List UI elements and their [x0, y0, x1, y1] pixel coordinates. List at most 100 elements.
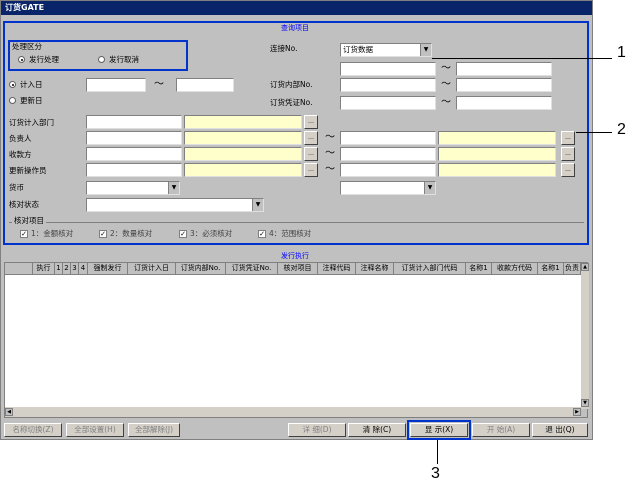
- currency-from-select[interactable]: ▼: [86, 181, 180, 195]
- range-from-top[interactable]: [340, 62, 436, 76]
- person-to-lookup-button[interactable]: …: [561, 131, 575, 145]
- operator-to-name: [438, 163, 556, 177]
- check-quantity-checkbox[interactable]: ✓: [99, 230, 107, 238]
- callout-line-1: [432, 58, 612, 59]
- check-quantity-label: 2：数量核对: [110, 229, 153, 238]
- grid-col-note-name[interactable]: 注释名称: [356, 263, 394, 275]
- grid-col-3[interactable]: 3: [71, 263, 79, 275]
- tilde: ～: [154, 79, 164, 90]
- window-title: 订货GATE: [1, 1, 592, 15]
- order-no-to[interactable]: [456, 78, 552, 92]
- grid-col-note-code[interactable]: 注释代码: [318, 263, 356, 275]
- grid-body[interactable]: [5, 275, 581, 407]
- grid-col-rownum: [5, 263, 33, 275]
- callout-line-2: [576, 132, 612, 133]
- select-all-button[interactable]: 全部设置(H): [66, 423, 124, 437]
- connection-value: 订货数据: [343, 45, 373, 54]
- dept-code-field[interactable]: [86, 115, 182, 129]
- person-to-name: [438, 131, 556, 145]
- dept-lookup-button[interactable]: …: [304, 115, 318, 129]
- grid-col-4[interactable]: 4: [79, 263, 88, 275]
- order-no-from[interactable]: [340, 78, 436, 92]
- detail-button[interactable]: 详 细(D): [288, 423, 346, 437]
- update-date-label: 更新日: [20, 96, 43, 105]
- tilde: ～: [325, 148, 335, 159]
- grid-vertical-scrollbar[interactable]: ▲ ▼: [581, 263, 589, 409]
- order-voucher-to[interactable]: [456, 96, 552, 110]
- clear-button[interactable]: 清 除(C): [348, 423, 406, 437]
- date-to-field[interactable]: [176, 78, 234, 92]
- payee-from-lookup-button[interactable]: …: [304, 147, 318, 161]
- grid-col-2[interactable]: 2: [63, 263, 71, 275]
- process-issue-radio[interactable]: [18, 56, 25, 63]
- process-issue-label: 发行处理: [29, 55, 59, 64]
- check-status-label: 核对状态: [9, 200, 39, 209]
- grid-col-person[interactable]: 负责: [564, 263, 581, 275]
- process-cancel-radio[interactable]: [98, 56, 105, 63]
- entry-date-label: 计入日: [20, 80, 43, 89]
- operator-to-lookup-button[interactable]: …: [561, 163, 575, 177]
- process-group-label: 处理区分: [12, 42, 42, 51]
- payee-from-name: [184, 147, 302, 161]
- operator-label: 更新操作员: [9, 166, 47, 175]
- scroll-down-icon[interactable]: ▼: [581, 399, 589, 407]
- entry-date-radio[interactable]: [9, 81, 16, 88]
- callout-number-2: 2: [617, 121, 626, 138]
- person-to-code[interactable]: [340, 131, 436, 145]
- grid-col-1[interactable]: 1: [55, 263, 63, 275]
- person-from-lookup-button[interactable]: …: [304, 131, 318, 145]
- operator-to-code[interactable]: [340, 163, 436, 177]
- grid-col-order-no[interactable]: 订货内部No.: [176, 263, 226, 275]
- person-label: 负责人: [9, 134, 32, 143]
- dept-label: 订货计入部门: [9, 118, 54, 127]
- tilde: ～: [441, 63, 451, 74]
- grid-col-force-issue[interactable]: 强制发行: [88, 263, 128, 275]
- check-items-label: 核对项目: [12, 216, 46, 226]
- connection-select[interactable]: 订货数据 ▼: [340, 43, 432, 57]
- grid-col-check-items[interactable]: 核对项目: [278, 263, 318, 275]
- date-from-field[interactable]: [86, 78, 146, 92]
- payee-to-lookup-button[interactable]: …: [561, 147, 575, 161]
- currency-to-select[interactable]: ▼: [340, 181, 436, 195]
- grid-col-dept-code[interactable]: 订货计入部门代码: [394, 263, 466, 275]
- payee-from-code[interactable]: [86, 147, 182, 161]
- tilde: ～: [441, 97, 451, 108]
- check-status-select[interactable]: ▼: [86, 198, 264, 212]
- check-required-checkbox[interactable]: ✓: [179, 230, 187, 238]
- tilde: ～: [441, 79, 451, 90]
- operator-from-lookup-button[interactable]: …: [304, 163, 318, 177]
- person-from-code[interactable]: [86, 131, 182, 145]
- operator-from-code[interactable]: [86, 163, 182, 177]
- grid-col-name1-a[interactable]: 名称1: [466, 263, 492, 275]
- check-amount-checkbox[interactable]: ✓: [20, 230, 28, 238]
- payee-to-name: [438, 147, 556, 161]
- callout-number-3: 3: [431, 465, 440, 482]
- clear-all-button[interactable]: 全部解除(J): [128, 423, 180, 437]
- start-button[interactable]: 开 始(A): [472, 423, 530, 437]
- order-voucher-from[interactable]: [340, 96, 436, 110]
- check-range-label: 4：范围核对: [269, 229, 312, 238]
- grid-horizontal-scrollbar[interactable]: ◀ ▶: [5, 407, 581, 417]
- grid-col-payee-code[interactable]: 收款方代码: [492, 263, 538, 275]
- update-date-radio[interactable]: [9, 97, 16, 104]
- exit-button[interactable]: 退 出(Q): [532, 423, 588, 437]
- range-to-top[interactable]: [456, 62, 552, 76]
- check-required-label: 3：必须核对: [190, 229, 233, 238]
- connection-label: 连接No.: [270, 44, 298, 53]
- name-switch-button[interactable]: 名称切换(Z): [4, 423, 62, 437]
- grid-col-entry-date[interactable]: 订货计入日: [128, 263, 176, 275]
- callout-number-1: 1: [617, 44, 626, 61]
- currency-label: 货币: [9, 183, 24, 192]
- grid-col-voucher-no[interactable]: 订货凭证No.: [226, 263, 278, 275]
- grid-col-name1-b[interactable]: 名称1: [538, 263, 564, 275]
- operator-from-name: [184, 163, 302, 177]
- payee-to-code[interactable]: [340, 147, 436, 161]
- grid-col-execute[interactable]: 执行: [33, 263, 55, 275]
- scroll-left-icon[interactable]: ◀: [5, 408, 13, 416]
- tilde: ～: [325, 164, 335, 175]
- scroll-up-icon[interactable]: ▲: [581, 263, 589, 271]
- scroll-right-icon[interactable]: ▶: [573, 408, 581, 416]
- person-from-name: [184, 131, 302, 145]
- process-cancel-label: 发行取消: [109, 55, 139, 64]
- check-range-checkbox[interactable]: ✓: [258, 230, 266, 238]
